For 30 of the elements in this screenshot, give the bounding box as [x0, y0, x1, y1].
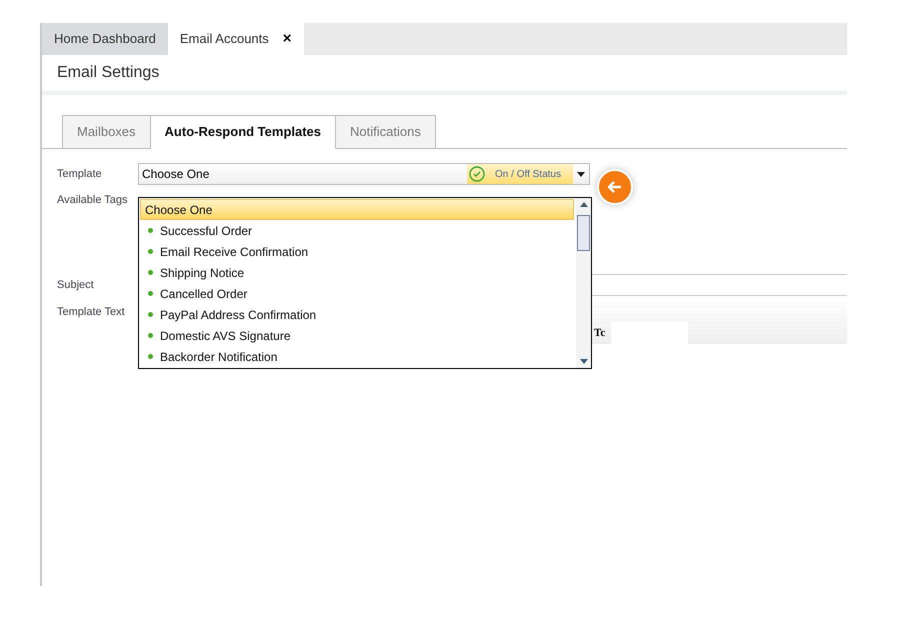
scroll-thumb[interactable]: [577, 215, 590, 251]
section-tab[interactable]: Auto-Respond Templates: [150, 115, 336, 149]
field-label: Subject: [56, 278, 95, 293]
check-icon: [469, 166, 486, 182]
dropdown-option[interactable]: Domestic AVS Signature: [140, 325, 574, 346]
arrow-left-icon: [608, 181, 622, 193]
field-label: Available Tags: [56, 192, 128, 208]
app-tab[interactable]: Home Dashboard: [42, 23, 168, 55]
dropdown-option[interactable]: Shipping Notice: [140, 262, 574, 283]
dropdown-option[interactable]: Email Receive Confirmation: [140, 241, 574, 262]
caret-icon[interactable]: [577, 172, 585, 176]
field-label: Template: [56, 166, 103, 182]
dropdown-option[interactable]: Successful Order: [140, 220, 574, 241]
section-tab[interactable]: Notifications: [336, 115, 436, 149]
app-tab[interactable]: Email Accounts ×: [168, 23, 304, 55]
close-icon[interactable]: ×: [282, 28, 292, 50]
field-label: Template Text: [56, 305, 126, 320]
dropdown-option[interactable]: Cancelled Order: [140, 283, 574, 304]
section-tab[interactable]: Mailboxes: [62, 115, 151, 149]
dropdown-option[interactable]: Choose One: [140, 199, 574, 220]
page-title: Email Settings: [57, 63, 160, 83]
template-select[interactable]: Choose One On / Off Status: [138, 163, 590, 185]
back-button[interactable]: [597, 169, 633, 205]
scrollbar[interactable]: [576, 198, 591, 368]
status-toggle[interactable]: On / Off Status: [467, 164, 573, 184]
scroll-down-icon[interactable]: [580, 359, 588, 364]
dropdown-option[interactable]: PayPal Address Confirmation: [140, 304, 574, 325]
dropdown-option[interactable]: Backorder Notification: [140, 346, 574, 367]
toolbar-text[interactable]: Tc: [594, 324, 606, 342]
scroll-up-icon[interactable]: [580, 202, 588, 207]
